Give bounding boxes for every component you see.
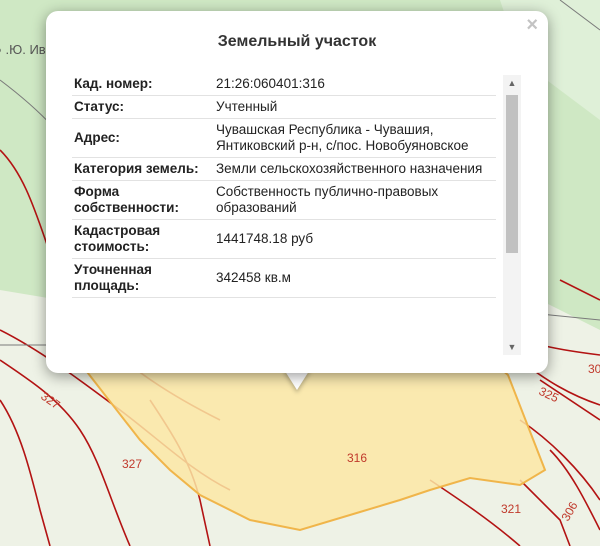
table-row: Статус: Учтенный — [72, 95, 496, 119]
scroll-down-icon[interactable]: ▼ — [503, 339, 521, 355]
row-label: Форма собственности: — [72, 180, 214, 220]
close-icon[interactable]: × — [526, 15, 538, 35]
parcel-label-321: 321 — [501, 502, 521, 516]
row-value: Чувашская Республика - Чувашия, Янтиковс… — [214, 118, 496, 158]
map-pin-icon: ● — [0, 42, 2, 57]
row-value: Земли сельскохозяйственного назначения — [214, 157, 496, 181]
properties-table: Кад. номер: 21:26:060401:316 Статус: Учт… — [72, 73, 496, 298]
parcel-label-327-b: 327 — [122, 457, 142, 471]
row-value: 342458 кв.м — [214, 258, 496, 298]
popup-body[interactable]: Кад. номер: 21:26:060401:316 Статус: Учт… — [72, 73, 522, 363]
row-label: Статус: — [72, 95, 214, 119]
row-label: Адрес: — [72, 118, 214, 158]
table-row: Уточненная площадь: 342458 кв.м — [72, 258, 496, 298]
row-label: Уточненная площадь: — [72, 258, 214, 298]
table-row: Кад. номер: 21:26:060401:316 — [72, 73, 496, 96]
parcel-label-316: 316 — [347, 451, 367, 465]
map-street-label: ● .Ю. Ива — [0, 42, 53, 57]
table-row: Категория земель: Земли сельскохозяйстве… — [72, 157, 496, 181]
row-value: Учтенный — [214, 95, 496, 119]
table-row: Форма собственности: Собственность публи… — [72, 180, 496, 220]
row-label: Кадастровая стоимость: — [72, 219, 214, 259]
table-row: Адрес: Чувашская Республика - Чувашия, Я… — [72, 118, 496, 158]
row-value: 1441748.18 руб — [214, 219, 496, 259]
row-label: Категория земель: — [72, 157, 214, 181]
table-row: Кадастровая стоимость: 1441748.18 руб — [72, 219, 496, 259]
parcel-info-popup: × Земельный участок Кад. номер: 21:26:06… — [46, 11, 548, 373]
popup-title: Земельный участок — [217, 33, 377, 50]
scroll-up-icon[interactable]: ▲ — [503, 75, 521, 91]
popup-scrollbar[interactable]: ▲ ▼ — [503, 75, 521, 355]
parcel-label-30: 30 — [588, 362, 600, 376]
row-value: 21:26:060401:316 — [214, 73, 496, 96]
row-label: Кад. номер: — [72, 73, 214, 96]
scroll-thumb[interactable] — [506, 95, 518, 253]
row-value: Собственность публично-правовых образова… — [214, 180, 496, 220]
